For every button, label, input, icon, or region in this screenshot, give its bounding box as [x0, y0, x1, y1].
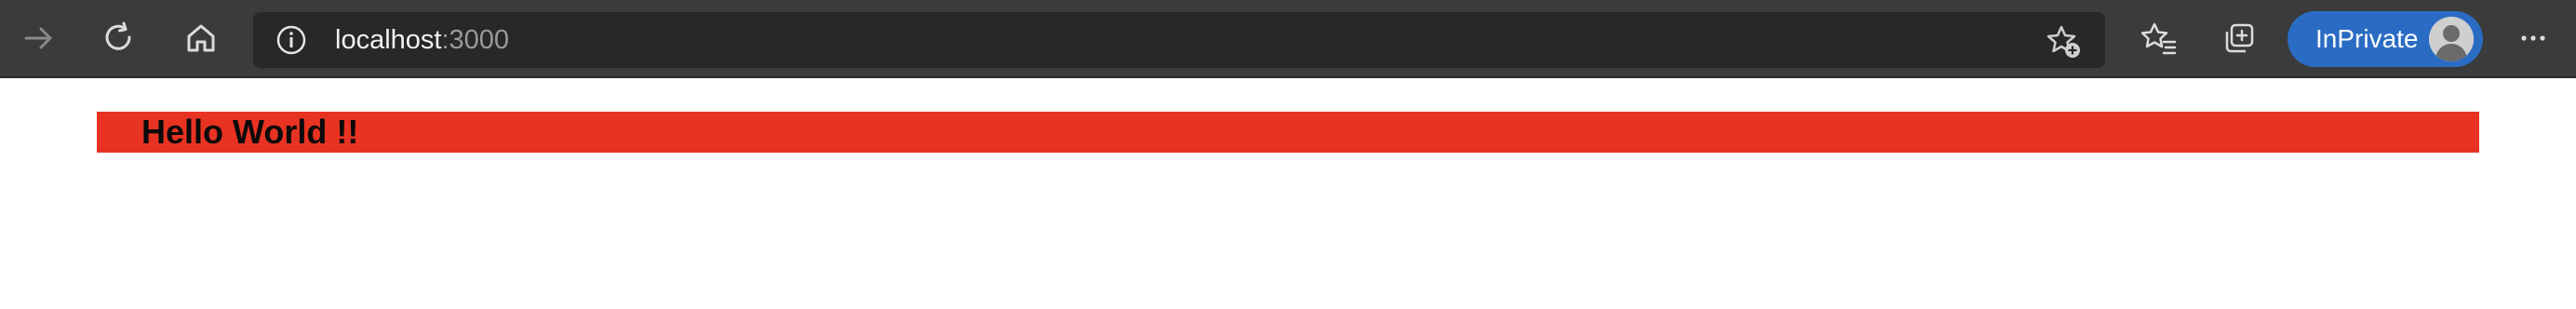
heading-banner: Hello World !! [97, 112, 2479, 153]
inprivate-label: InPrivate [2315, 24, 2419, 53]
info-icon[interactable] [275, 24, 307, 56]
page-heading: Hello World !! [141, 113, 359, 151]
avatar [2429, 17, 2474, 61]
forward-arrow-icon [24, 27, 52, 49]
browser-toolbar: localhost:3000 InPrivate [0, 0, 2576, 78]
address-bar[interactable]: localhost:3000 [253, 12, 2105, 68]
star-plus-icon[interactable] [2045, 22, 2082, 60]
refresh-button[interactable] [93, 12, 145, 64]
home-icon [187, 24, 215, 52]
inprivate-button[interactable]: InPrivate [2288, 11, 2483, 67]
url-text[interactable]: localhost:3000 [335, 12, 509, 68]
home-button[interactable] [175, 12, 227, 64]
collections-button[interactable] [2213, 12, 2265, 64]
favorites-list-icon [2140, 22, 2177, 55]
collections-icon [2225, 23, 2254, 53]
more-horizontal-icon [2521, 35, 2545, 41]
more-button[interactable] [2507, 12, 2559, 64]
refresh-icon [105, 21, 131, 50]
url-port: :3000 [441, 25, 510, 55]
favorites-button[interactable] [2133, 12, 2185, 64]
forward-button[interactable] [13, 12, 65, 64]
profile-avatar-icon [2429, 17, 2474, 61]
url-host: localhost [335, 25, 442, 55]
